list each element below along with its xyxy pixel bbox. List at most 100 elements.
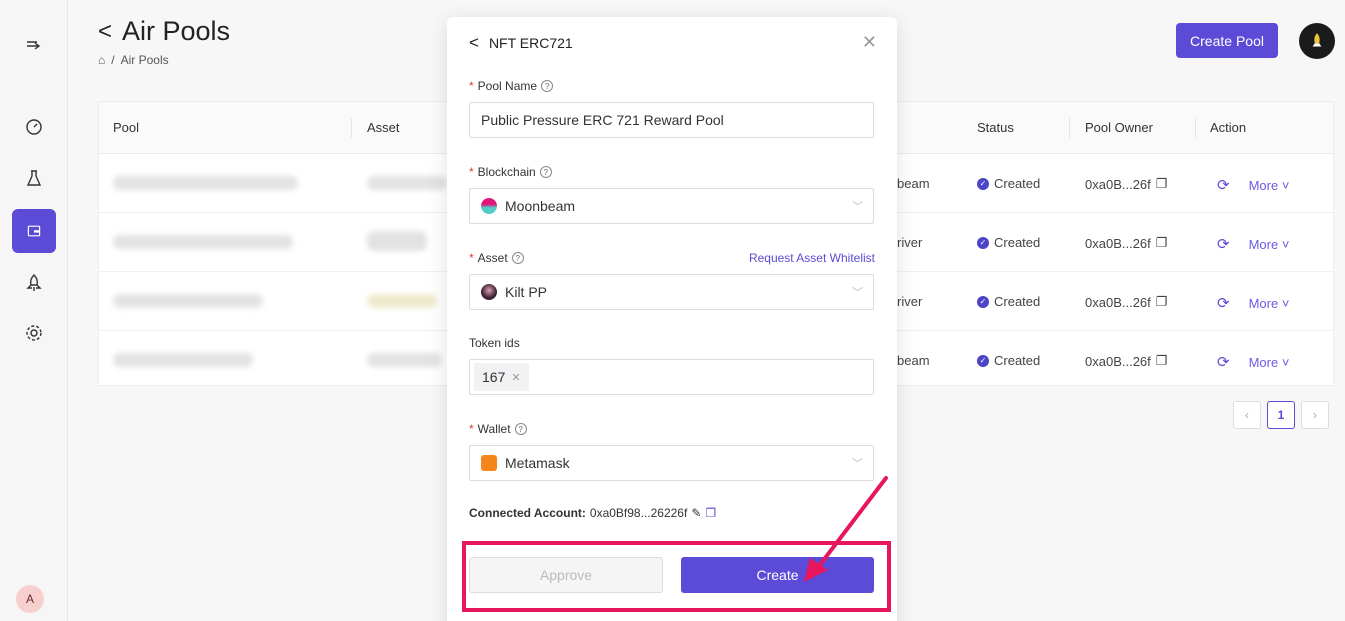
action-cell: ⟳ More ˅ — [1217, 353, 1289, 371]
remove-tag-icon[interactable]: ✕ — [511, 371, 520, 384]
settings-icon[interactable] — [0, 311, 68, 355]
wallet-nav-icon[interactable] — [0, 209, 68, 253]
annotation-arrow-icon — [804, 476, 888, 582]
required-mark: * — [469, 251, 474, 265]
token-ids-label: Token ids — [469, 336, 520, 350]
col-action: Action — [1210, 120, 1247, 135]
status-text: Created — [994, 176, 1041, 191]
col-sep — [1195, 118, 1196, 138]
status-text: Created — [994, 294, 1041, 309]
blockchain-label-text: Blockchain — [477, 165, 536, 179]
back-arrow-icon[interactable]: < — [98, 18, 112, 46]
check-icon: ✓ — [977, 177, 989, 190]
pool-name-value: Public Pressure ERC 721 Reward Pool — [481, 112, 724, 128]
more-text: More — [1248, 295, 1279, 311]
page-title: < Air Pools — [98, 16, 230, 47]
copy-icon[interactable]: ❐ — [1156, 176, 1168, 192]
token-ids-label-text: Token ids — [469, 336, 520, 350]
wallet-label-text: Wallet — [477, 422, 511, 436]
copy-icon[interactable]: ❐ — [1156, 353, 1168, 369]
help-icon[interactable]: ? — [539, 166, 552, 178]
required-mark: * — [469, 79, 474, 93]
collapse-sidebar-icon[interactable] — [0, 24, 68, 68]
required-mark: * — [469, 165, 474, 179]
pool-name-label-text: Pool Name — [477, 79, 538, 93]
action-cell: ⟳ More ˅ — [1217, 235, 1289, 253]
status-text: Created — [994, 235, 1041, 250]
more-text: More — [1248, 177, 1279, 193]
chevron-down-icon: ﹀ — [852, 287, 863, 299]
asset-value: Kilt PP — [505, 284, 548, 300]
prev-page-button[interactable]: ‹ — [1233, 401, 1261, 429]
home-icon[interactable]: ⌂ — [98, 53, 105, 67]
page-button[interactable]: 1 — [1267, 401, 1295, 429]
more-link[interactable]: More ˅ — [1249, 237, 1290, 252]
blurred-pool-name — [113, 176, 298, 190]
rocket-icon[interactable] — [0, 261, 68, 305]
kilt-icon — [481, 284, 497, 300]
pagination: ‹ 1 › — [1233, 401, 1329, 429]
refresh-icon[interactable]: ⟳ — [1217, 235, 1230, 253]
token-ids-input[interactable]: 167 ✕ — [469, 359, 874, 395]
token-id-tag: 167 ✕ — [474, 363, 529, 391]
blockchain-label: * Blockchain ? — [469, 165, 552, 179]
avatar[interactable]: A — [16, 585, 44, 613]
status-badge: ✓ Created — [977, 235, 1040, 250]
action-cell: ⟳ More ˅ — [1217, 176, 1289, 194]
status-text: Created — [994, 353, 1041, 368]
owner-cell: 0xa0B...26f ❐ — [1085, 176, 1167, 192]
refresh-icon[interactable]: ⟳ — [1217, 353, 1230, 371]
owner-text: 0xa0B...26f — [1085, 294, 1151, 310]
help-icon[interactable]: ? — [514, 423, 527, 435]
close-icon[interactable]: ✕ — [862, 32, 877, 53]
more-text: More — [1248, 354, 1279, 370]
flask-icon[interactable] — [0, 156, 68, 200]
blurred-asset — [367, 353, 442, 367]
chain-cell: river — [897, 294, 923, 309]
refresh-icon[interactable]: ⟳ — [1217, 176, 1230, 194]
pool-name-input[interactable]: Public Pressure ERC 721 Reward Pool — [469, 102, 874, 138]
owner-cell: 0xa0B...26f ❐ — [1085, 294, 1167, 310]
edit-icon[interactable]: ✎ — [691, 506, 701, 520]
breadcrumb: ⌂ / Air Pools — [98, 53, 169, 67]
check-icon: ✓ — [977, 295, 989, 308]
copy-icon[interactable]: ❐ — [705, 506, 716, 520]
chain-cell: beam — [897, 176, 930, 191]
refresh-icon[interactable]: ⟳ — [1217, 294, 1230, 312]
col-owner: Pool Owner — [1085, 120, 1153, 135]
status-badge: ✓ Created — [977, 176, 1040, 191]
create-pool-button[interactable]: Create Pool — [1176, 23, 1278, 58]
status-badge: ✓ Created — [977, 353, 1040, 368]
metamask-icon — [481, 455, 497, 471]
more-link[interactable]: More ˅ — [1249, 355, 1290, 370]
more-link[interactable]: More ˅ — [1249, 178, 1290, 193]
asset-select[interactable]: Kilt PP ﹀ — [469, 274, 874, 310]
sidebar: A — [0, 0, 68, 621]
next-page-button[interactable]: › — [1301, 401, 1329, 429]
owner-cell: 0xa0B...26f ❐ — [1085, 353, 1167, 369]
profile-logo-icon[interactable] — [1299, 23, 1335, 59]
col-pool: Pool — [113, 120, 140, 135]
blurred-asset — [367, 176, 447, 190]
required-mark: * — [469, 422, 474, 436]
moonbeam-icon — [481, 198, 497, 214]
blockchain-select[interactable]: Moonbeam ﹀ — [469, 188, 874, 224]
modal-header: < NFT ERC721 — [469, 33, 573, 53]
dashboard-icon[interactable] — [0, 104, 68, 148]
help-icon[interactable]: ? — [541, 80, 554, 92]
more-link[interactable]: More ˅ — [1249, 296, 1290, 311]
col-sep — [351, 118, 352, 138]
modal-back-icon[interactable]: < — [469, 33, 479, 53]
help-icon[interactable]: ? — [511, 252, 524, 264]
wallet-value: Metamask — [505, 455, 570, 471]
owner-text: 0xa0B...26f — [1085, 176, 1151, 192]
connected-account: Connected Account: 0xa0Bf98...26226f ✎ ❐ — [469, 506, 716, 520]
blurred-asset — [367, 294, 437, 308]
token-id-value: 167 — [482, 369, 506, 385]
blurred-pool-name — [113, 353, 253, 367]
copy-icon[interactable]: ❐ — [1156, 235, 1168, 251]
chain-cell: river — [897, 235, 923, 250]
copy-icon[interactable]: ❐ — [1156, 294, 1168, 310]
request-whitelist-link[interactable]: Request Asset Whitelist — [749, 251, 875, 265]
modal-title: NFT ERC721 — [488, 35, 573, 51]
